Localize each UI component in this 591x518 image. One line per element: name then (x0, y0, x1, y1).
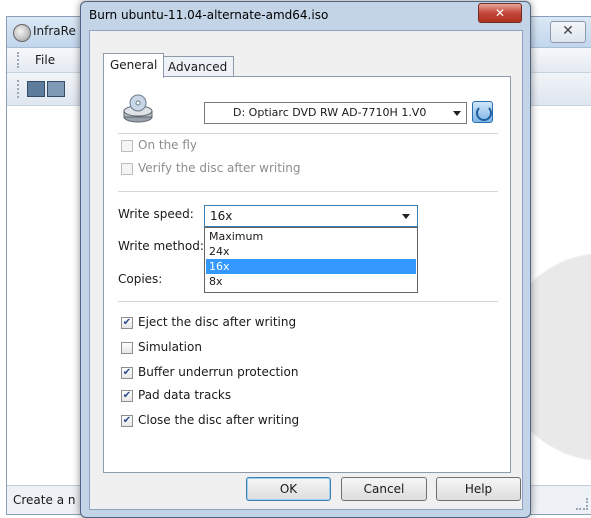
close-disc-label: Close the disc after writing (138, 413, 300, 427)
main-window-title: InfraRe (33, 24, 76, 38)
infrarecorder-app-icon (13, 24, 31, 42)
drive-select-value: D: Optiarc DVD RW AD-7710H 1.V0 (233, 106, 427, 119)
divider (118, 301, 498, 302)
speed-option-maximum[interactable]: Maximum (206, 229, 416, 244)
cancel-button[interactable]: Cancel (341, 477, 427, 501)
tab-general[interactable]: General (103, 53, 165, 78)
buffer-underrun-checkbox[interactable]: ✔ (121, 367, 133, 379)
write-speed-select[interactable]: 16x (204, 205, 418, 227)
dialog-client-area: General Advanced D: Optiarc DVD RW AD-77… (89, 30, 523, 510)
copies-label: Copies: (118, 272, 163, 286)
write-speed-dropdown-list: Maximum 24x 16x 8x (204, 227, 418, 293)
ok-button[interactable]: OK (246, 477, 331, 501)
verify-disc-label: Verify the disc after writing (138, 161, 301, 175)
on-the-fly-label: On the fly (138, 138, 198, 152)
write-method-label: Write method: (118, 239, 204, 253)
divider (118, 133, 498, 134)
chevron-down-icon (402, 214, 410, 219)
menu-grip (17, 52, 22, 68)
general-tab-panel: D: Optiarc DVD RW AD-7710H 1.V0 On the f… (103, 76, 511, 473)
speed-option-8x[interactable]: 8x (206, 274, 416, 289)
pad-data-tracks-label: Pad data tracks (138, 388, 232, 402)
write-speed-value: 16x (210, 209, 233, 223)
menu-file[interactable]: File (35, 53, 55, 67)
eject-disc-label: Eject the disc after writing (138, 315, 297, 329)
write-speed-label: Write speed: (118, 207, 194, 221)
cd-drive-icon (123, 94, 153, 123)
save-project-icon[interactable] (47, 81, 65, 97)
help-button[interactable]: Help (436, 477, 521, 501)
dialog-title: Burn ubuntu-11.04-alternate-amd64.iso (89, 8, 329, 22)
resize-grip-icon[interactable] (576, 498, 588, 510)
speed-option-24x[interactable]: 24x (206, 244, 416, 259)
burn-dialog: Burn ubuntu-11.04-alternate-amd64.iso ✕ … (80, 1, 531, 518)
eject-disc-checkbox[interactable]: ✔ (121, 317, 133, 329)
close-disc-checkbox[interactable]: ✔ (121, 415, 133, 427)
main-window-close-button[interactable]: ✕ (550, 21, 586, 43)
verify-disc-checkbox[interactable] (121, 163, 133, 175)
on-the-fly-checkbox[interactable] (121, 140, 133, 152)
dialog-close-button[interactable]: ✕ (478, 3, 522, 23)
buffer-underrun-label: Buffer underrun protection (138, 365, 299, 379)
drive-select[interactable]: D: Optiarc DVD RW AD-7710H 1.V0 (204, 102, 467, 124)
divider (118, 191, 498, 192)
pad-data-tracks-checkbox[interactable]: ✔ (121, 390, 133, 402)
simulation-checkbox[interactable] (121, 342, 133, 354)
chevron-down-icon (453, 111, 461, 116)
status-text: Create a n (13, 493, 76, 507)
refresh-icon (476, 105, 492, 121)
tab-advanced[interactable]: Advanced (161, 56, 235, 77)
simulation-label: Simulation (138, 340, 202, 354)
refresh-drives-button[interactable] (472, 101, 493, 123)
open-project-icon[interactable] (27, 81, 45, 97)
toolbar-grip (17, 80, 22, 98)
speed-option-16x[interactable]: 16x (206, 259, 416, 274)
